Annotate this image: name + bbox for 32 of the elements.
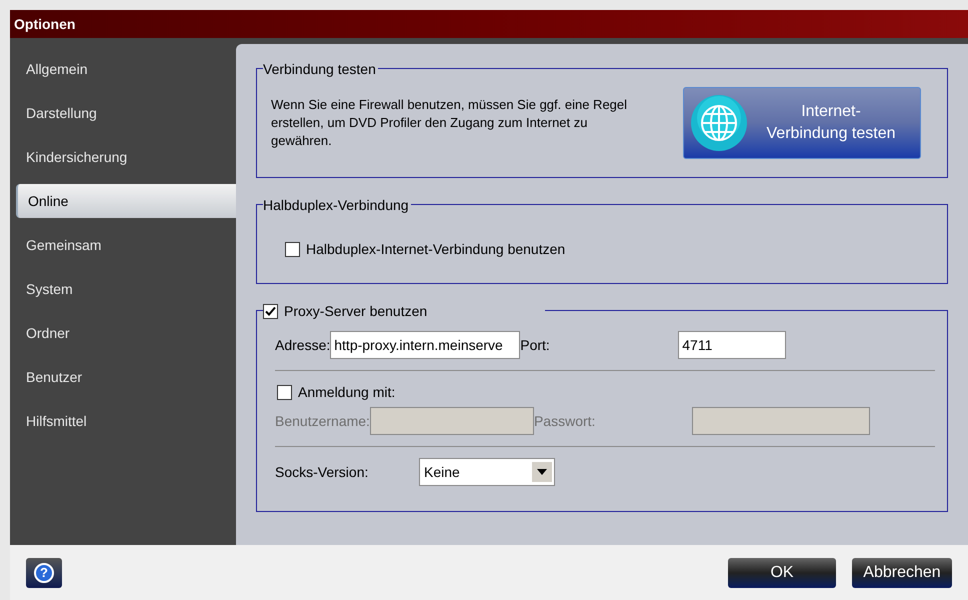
- sidebar-item[interactable]: Hilfsmittel: [16, 404, 236, 438]
- help-button[interactable]: ?: [26, 558, 62, 588]
- sidebar-item[interactable]: Online: [16, 184, 236, 218]
- field-label: Port:: [520, 336, 551, 354]
- sidebar-item[interactable]: System: [16, 272, 236, 306]
- window-title: Optionen: [10, 10, 968, 38]
- field-label: Benutzername:: [275, 412, 370, 430]
- checkbox-label: Proxy-Server benutzen: [284, 302, 428, 321]
- sidebar-item[interactable]: Ordner: [16, 316, 236, 350]
- checkbox[interactable]: [277, 385, 292, 400]
- sidebar-item[interactable]: Allgemein: [16, 52, 236, 86]
- group-title: Verbindung testen: [263, 60, 376, 79]
- checkbox-label: Halbduplex-Internet-Verbindung benutzen: [306, 240, 566, 259]
- field-label: Passwort:: [534, 412, 596, 430]
- field-label: Adresse:: [275, 336, 330, 354]
- sidebar-item[interactable]: Benutzer: [16, 360, 236, 394]
- field-label: Socks-Version:: [275, 462, 370, 482]
- checkbox[interactable]: [285, 242, 300, 257]
- input-field[interactable]: http-proxy.intern.meinserve: [330, 331, 520, 359]
- sidebar-item[interactable]: Gemeinsam: [16, 228, 236, 262]
- sidebar-item[interactable]: Kindersicherung: [16, 140, 236, 174]
- dialog-button[interactable]: Abbrechen: [852, 558, 952, 588]
- group-title: Halbduplex-Verbindung: [263, 196, 409, 215]
- dialog-button[interactable]: OK: [728, 558, 836, 588]
- globe-icon: [690, 94, 748, 152]
- input-field[interactable]: 4711: [678, 331, 786, 359]
- socks-dropdown[interactable]: Keine: [419, 458, 555, 486]
- checkbox[interactable]: [263, 304, 278, 319]
- sidebar-item[interactable]: Darstellung: [16, 96, 236, 130]
- test-connection-button[interactable]: Internet- Verbindung testen: [683, 87, 921, 159]
- checkbox-label: Anmeldung mit:: [298, 383, 396, 402]
- description-text: Wenn Sie eine Firewall benutzen, müssen Sie ggf. eine Regel erstellen, um DVD Profiler den Zugang zum Internet zu gewähren.: [271, 96, 628, 150]
